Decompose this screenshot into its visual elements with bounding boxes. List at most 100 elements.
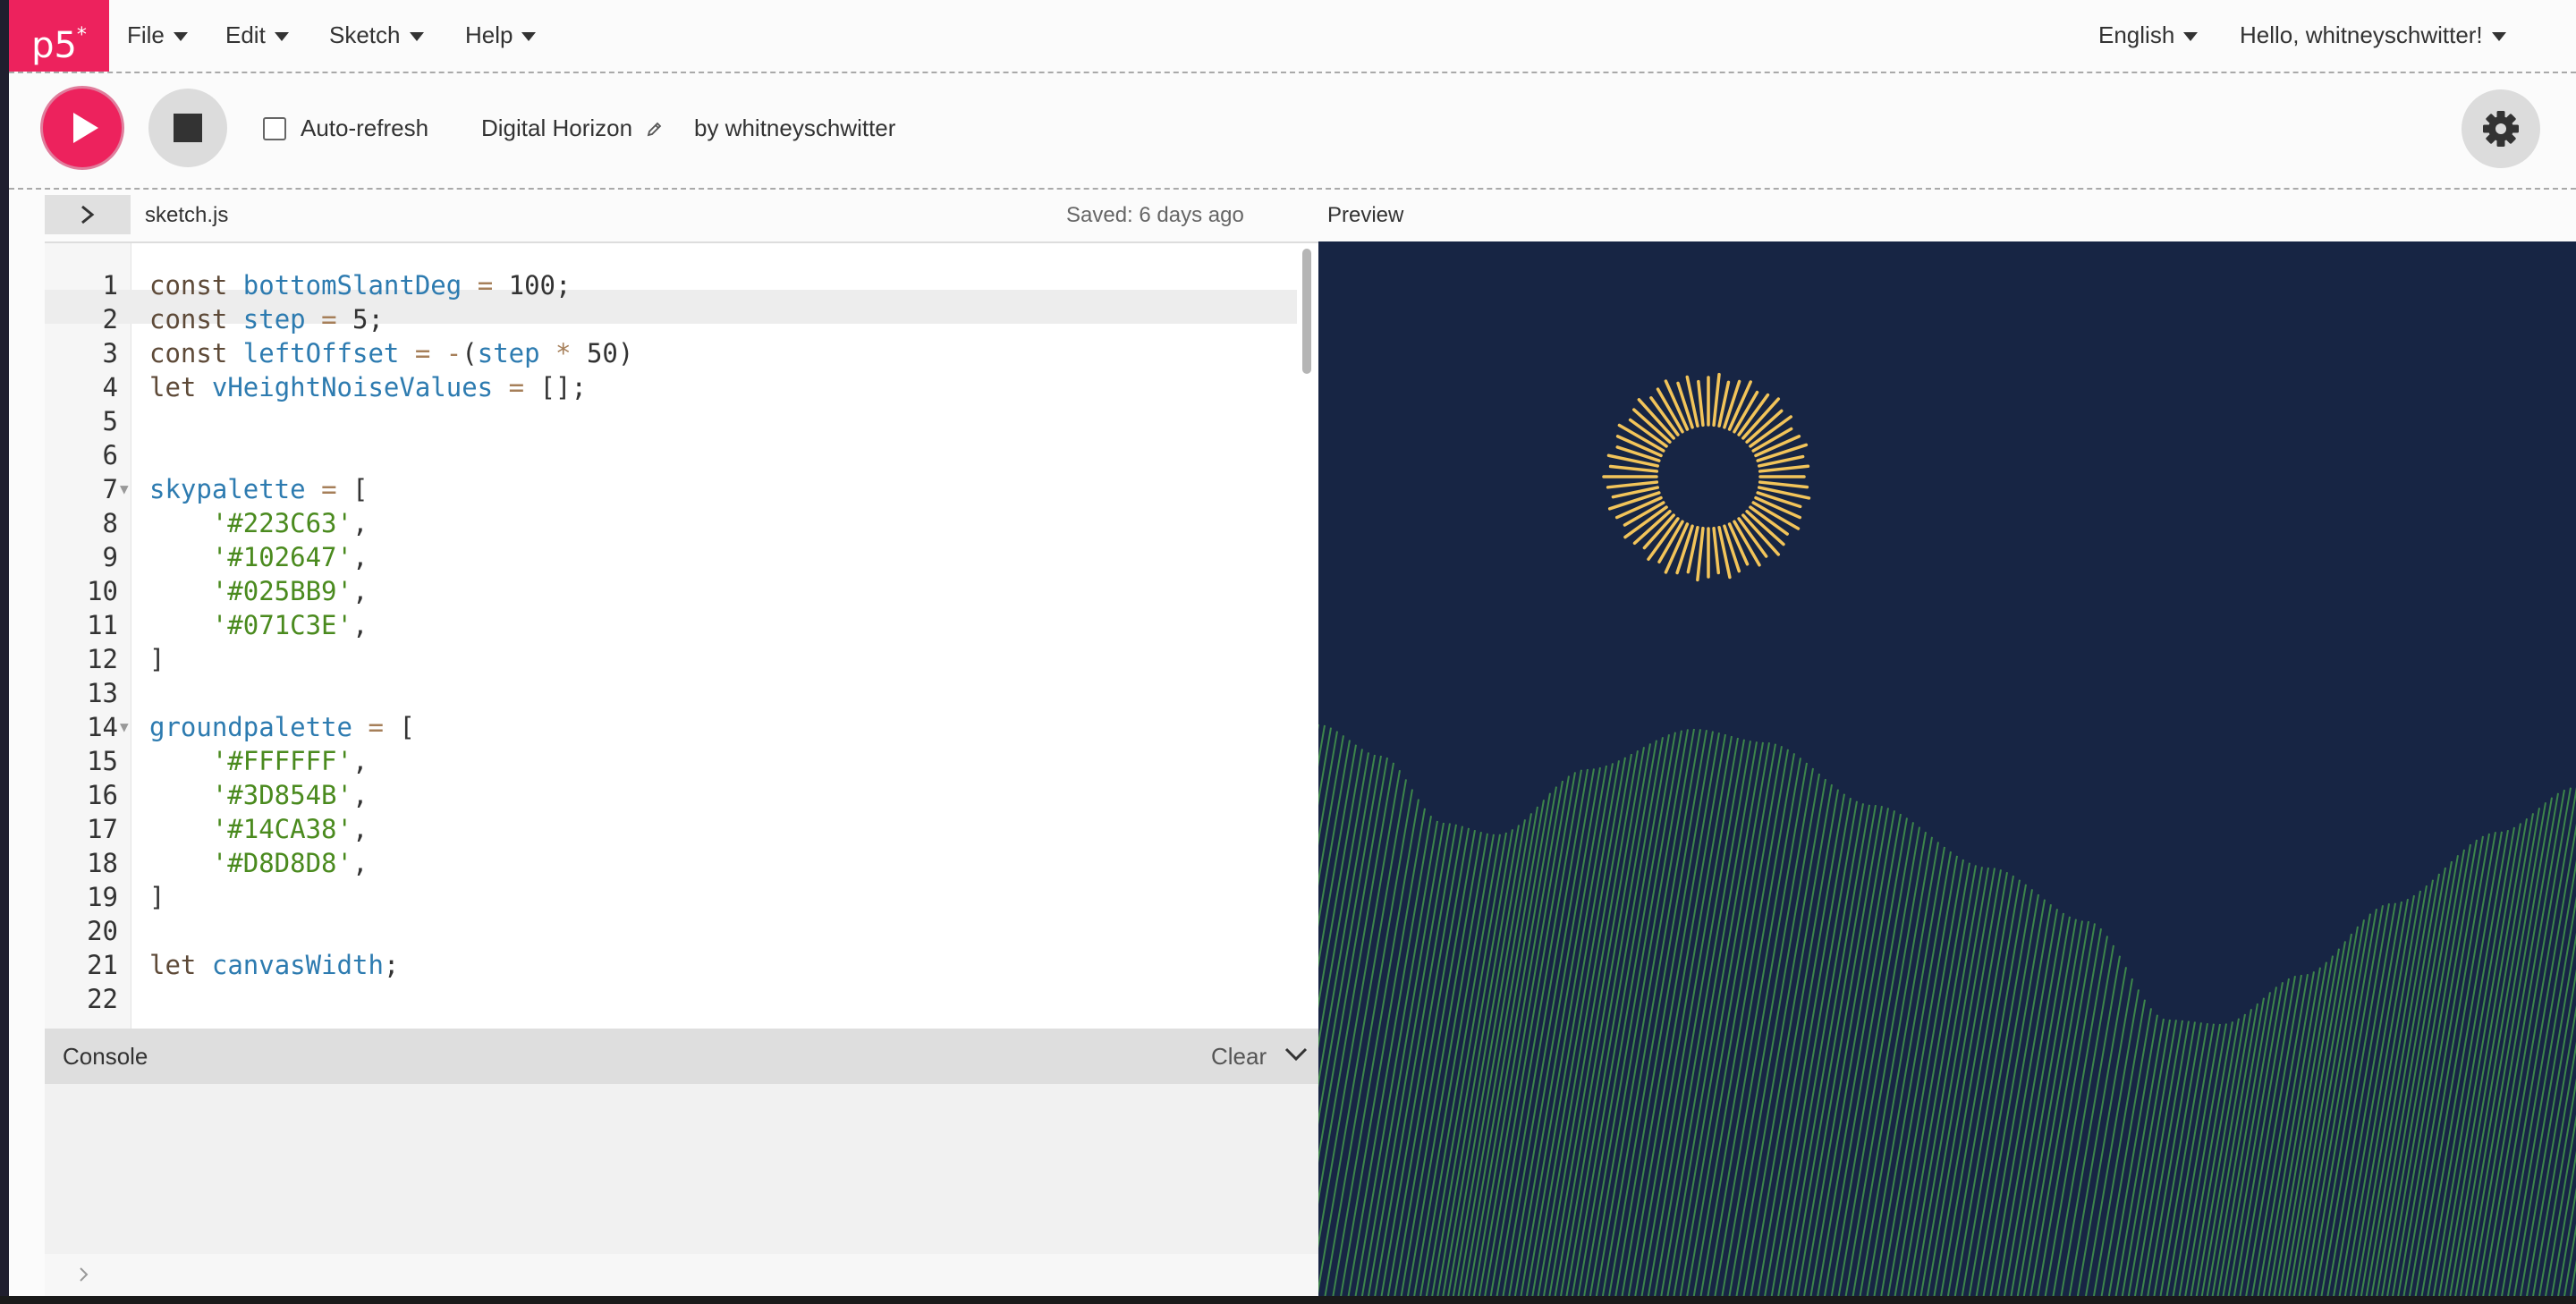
code-line[interactable]: 18 '#D8D8D8', [45, 846, 1297, 880]
settings-button[interactable] [2462, 89, 2540, 168]
p5-editor: p5* File Edit Sketch Help English Hello,… [9, 0, 2576, 1296]
preview-label: Preview [1327, 203, 1404, 227]
code-line[interactable]: 13 [45, 676, 1297, 710]
p5-logo[interactable]: p5* [9, 0, 109, 72]
menu-file[interactable]: File [127, 0, 188, 72]
editor-scrollbar[interactable] [1302, 249, 1311, 374]
code-line[interactable]: 20 [45, 914, 1297, 948]
code-text: '#102647', [211, 542, 369, 572]
code-text: let vHeightNoiseValues = []; [149, 372, 587, 402]
pencil-icon[interactable] [646, 120, 664, 138]
code-line[interactable]: 12] [45, 642, 1297, 676]
stop-button[interactable] [148, 89, 227, 167]
line-number: 17 [87, 814, 118, 844]
sketch-name[interactable]: Digital Horizon [481, 114, 664, 141]
code-line[interactable]: 10 '#025BB9', [45, 574, 1297, 608]
menu-sketch[interactable]: Sketch [329, 0, 424, 72]
logo-text: p5 [31, 25, 77, 66]
auto-refresh-label: Auto-refresh [301, 114, 429, 141]
caret-down-icon [2491, 32, 2506, 42]
code-line[interactable]: 22 [45, 982, 1297, 1016]
code-text: const step = 5; [149, 304, 384, 334]
code-line[interactable]: 4 let vHeightNoiseValues = []; [45, 370, 1297, 404]
sketch-owner[interactable]: by whitneyschwitter [694, 114, 895, 141]
line-number: 18 [87, 848, 118, 878]
line-number: 16 [87, 780, 118, 810]
menu-edit[interactable]: Edit [225, 0, 289, 72]
language-menu[interactable]: English [2098, 0, 2199, 72]
chevron-right-icon [80, 1267, 89, 1282]
code-text: groundpalette = [ [149, 712, 415, 742]
code-text: ] [149, 644, 165, 674]
code-text: ] [149, 882, 165, 912]
menu-help[interactable]: Help [465, 0, 537, 72]
sketch-name-text: Digital Horizon [481, 114, 633, 141]
code-line[interactable]: 3 const leftOffset = -(step * 50) [45, 336, 1297, 370]
chevron-down-icon[interactable] [1284, 1046, 1308, 1063]
menu-sketch-label: Sketch [329, 21, 401, 48]
auto-refresh-toggle[interactable]: Auto-refresh [263, 114, 428, 141]
line-number: 11 [87, 610, 118, 640]
fold-toggle-icon[interactable]: ▼ [120, 472, 129, 506]
line-number: 5 [102, 406, 118, 436]
line-number: 8 [102, 508, 118, 538]
code-line[interactable]: 21 let canvasWidth; [45, 948, 1297, 982]
line-number: 14 [87, 712, 118, 742]
chevron-right-icon [81, 205, 95, 224]
line-number: 19 [87, 882, 118, 912]
toolbar: Auto-refresh Digital Horizon by whitneys… [9, 73, 2576, 190]
logo-asterisk: * [76, 24, 87, 47]
code-line[interactable]: 16 '#3D854B', [45, 778, 1297, 812]
dock-edge [0, 1296, 2576, 1304]
line-number: 20 [87, 916, 118, 946]
caret-down-icon [2183, 32, 2199, 42]
code-editor[interactable]: 1 const bottomSlantDeg = 100; 2 const step … [45, 241, 1320, 1030]
menu-help-label: Help [465, 21, 513, 48]
play-button[interactable] [43, 89, 122, 167]
code-line[interactable]: 11 '#071C3E', [45, 608, 1297, 642]
code-text: let canvasWidth; [149, 950, 400, 980]
line-number: 9 [102, 542, 118, 572]
code-text: '#025BB9', [211, 576, 369, 606]
user-menu[interactable]: Hello, whitneyschwitter! [2240, 0, 2506, 72]
code-line[interactable]: 2 const step = 5; [45, 302, 1297, 336]
saved-status: Saved: 6 days ago [1066, 203, 1244, 227]
horizon-artwork [1318, 241, 2576, 1296]
console-clear-button[interactable]: Clear [1211, 1043, 1267, 1070]
language-label: English [2098, 21, 2175, 48]
fold-toggle-icon[interactable]: ▼ [120, 710, 129, 744]
top-nav: p5* File Edit Sketch Help English Hello,… [9, 0, 2576, 73]
code-line[interactable]: 19] [45, 880, 1297, 914]
code-line[interactable]: 1 const bottomSlantDeg = 100; [45, 268, 1297, 302]
code-text: '#FFFFFF', [211, 746, 369, 776]
menu-file-label: File [127, 21, 165, 48]
line-number: 22 [87, 984, 118, 1014]
console-title: Console [63, 1043, 148, 1070]
menu-edit-label: Edit [225, 21, 266, 48]
console-input[interactable] [45, 1254, 1320, 1296]
code-line[interactable]: 5 [45, 404, 1297, 438]
code-text: skypalette = [ [149, 474, 369, 504]
caret-down-icon [173, 32, 188, 42]
caret-down-icon [274, 32, 289, 42]
line-number: 7 [102, 474, 118, 504]
line-number: 15 [87, 746, 118, 776]
file-tab-name[interactable]: sketch.js [145, 202, 228, 229]
code-line[interactable]: 14 ▼ groundpalette = [ [45, 710, 1297, 744]
code-line[interactable]: 7 ▼ skypalette = [ [45, 472, 1297, 506]
code-line[interactable]: 6 [45, 438, 1297, 472]
code-text: '#071C3E', [211, 610, 369, 640]
user-greeting: Hello, whitneyschwitter! [2240, 21, 2483, 48]
code-text: '#14CA38', [211, 814, 369, 844]
console-header: Console Clear [45, 1029, 1320, 1084]
line-number: 2 [102, 304, 118, 334]
code-line[interactable]: 9 '#102647', [45, 540, 1297, 574]
code-line[interactable]: 17 '#14CA38', [45, 812, 1297, 846]
code-text: '#D8D8D8', [211, 848, 369, 878]
auto-refresh-checkbox[interactable] [263, 117, 286, 140]
caret-down-icon [409, 32, 424, 42]
code-line[interactable]: 8 '#223C63', [45, 506, 1297, 540]
sidebar-toggle-button[interactable] [45, 195, 131, 234]
preview-canvas[interactable] [1318, 241, 2576, 1296]
code-line[interactable]: 15 '#FFFFFF', [45, 744, 1297, 778]
